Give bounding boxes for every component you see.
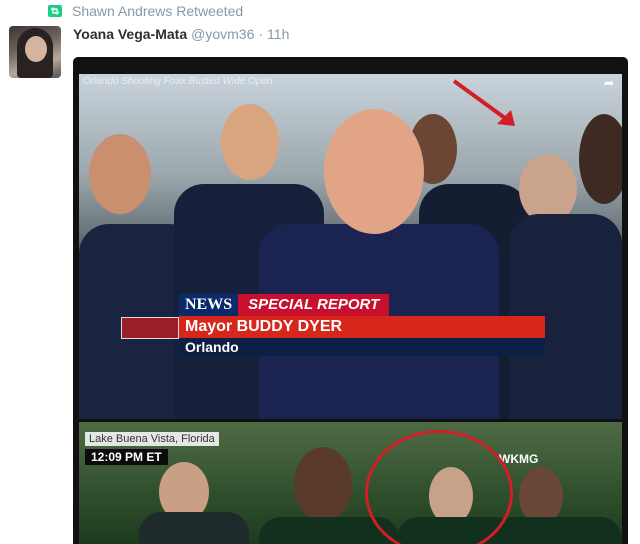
author-name[interactable]: Yoana Vega-Mata — [73, 26, 187, 42]
retweet-icon — [48, 5, 62, 17]
time-label: 12:09 PM ET — [85, 449, 168, 465]
retweet-context[interactable]: Shawn Andrews Retweeted — [48, 2, 243, 20]
news-frame-bottom: Lake Buena Vista, Florida 12:09 PM ET WK… — [79, 422, 622, 544]
flag-patch — [121, 317, 179, 339]
location-bar: Orlando — [179, 338, 545, 356]
highlight-circle — [365, 430, 513, 544]
news-frame-top: Orlando Shooting Foax Busted Wide Open ➦… — [79, 74, 622, 419]
tweet-header: Yoana Vega-Mata @yovm36 · 11h — [73, 26, 289, 42]
share-icon[interactable]: ➦ — [604, 76, 614, 90]
retweet-label[interactable]: Shawn Andrews Retweeted — [72, 3, 243, 19]
name-bar: Mayor BUDDY DYER — [179, 316, 545, 338]
special-report-banner: SPECIAL REPORT — [238, 294, 390, 316]
network-logo: NEWS — [179, 294, 239, 316]
tweet-media[interactable]: Orlando Shooting Foax Busted Wide Open ➦… — [73, 57, 628, 544]
separator: · — [258, 26, 264, 42]
avatar[interactable] — [9, 26, 61, 78]
location-label: Lake Buena Vista, Florida — [85, 432, 219, 446]
author-handle[interactable]: @yovm36 — [191, 26, 254, 42]
arrow-icon — [452, 79, 515, 126]
timestamp[interactable]: 11h — [267, 26, 289, 42]
news-lower-third: NEWS SPECIAL REPORT Mayor BUDDY DYER Orl… — [179, 294, 579, 356]
video-caption: Orlando Shooting Foax Busted Wide Open — [83, 76, 273, 87]
